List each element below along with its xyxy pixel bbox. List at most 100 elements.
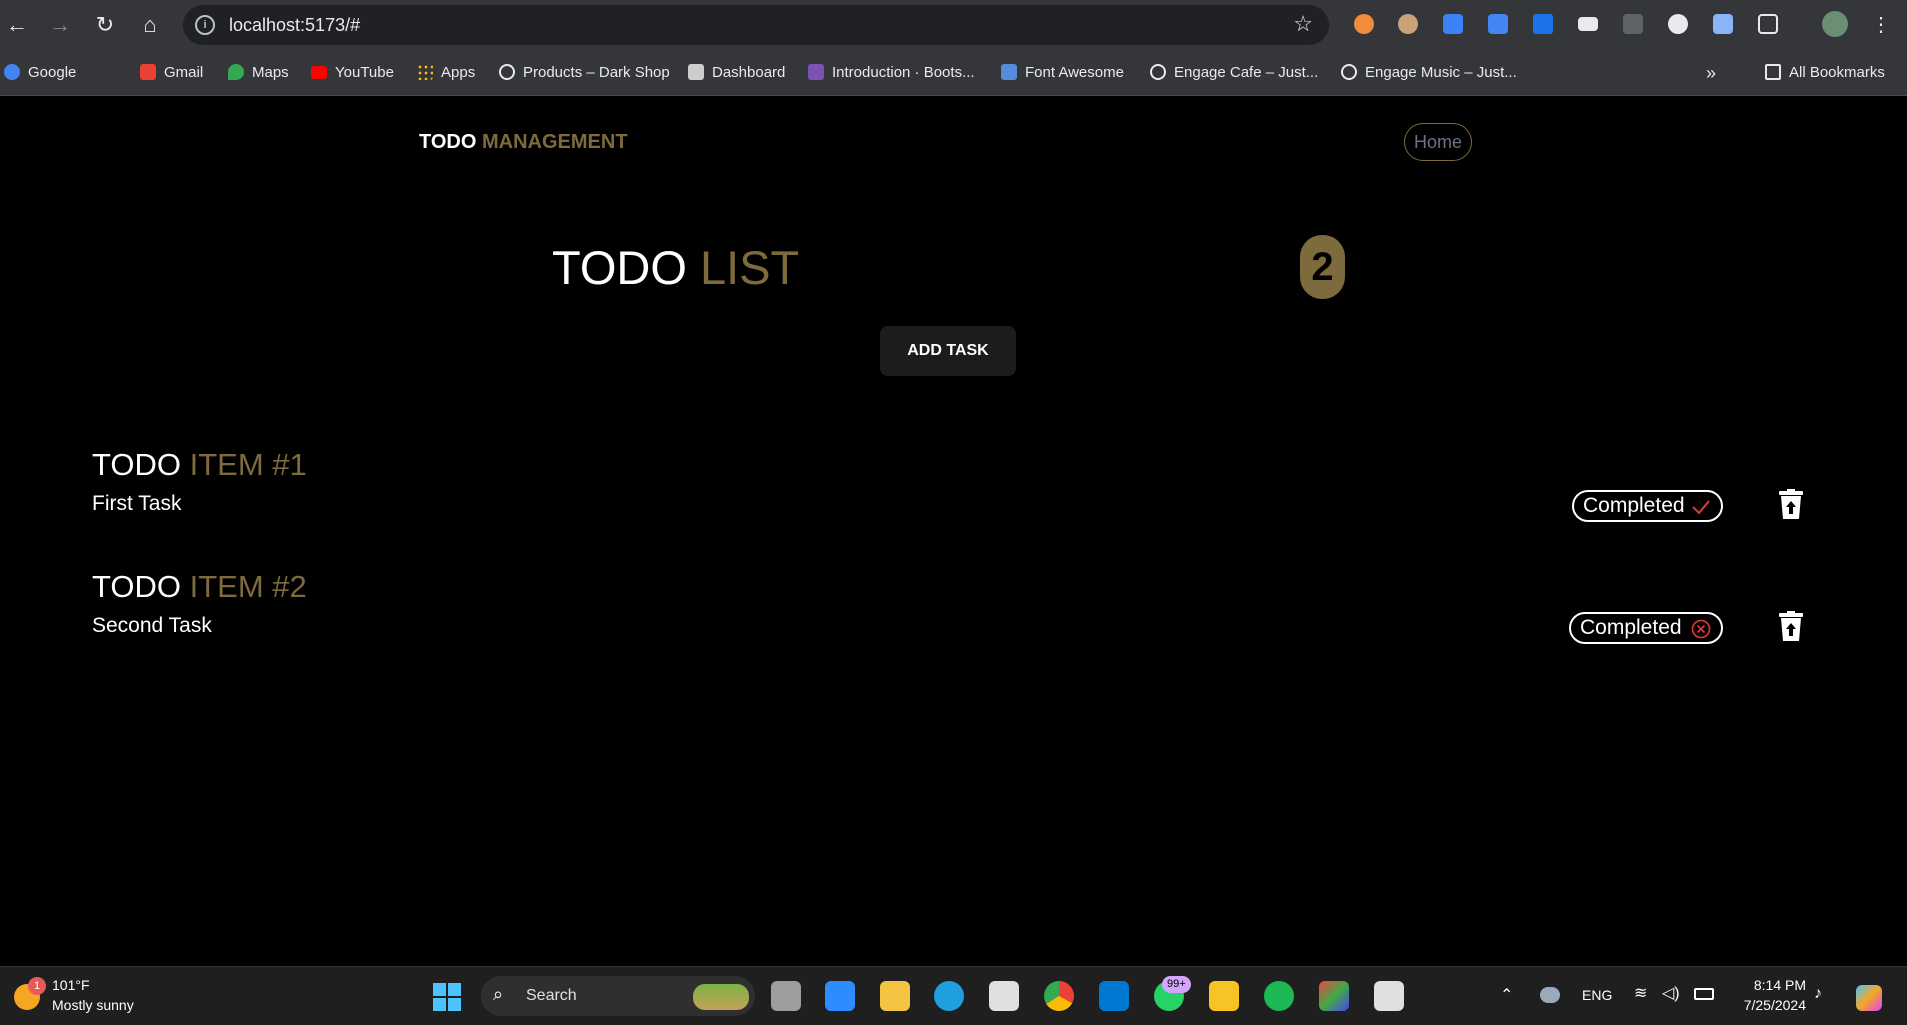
onedrive-icon[interactable] <box>1540 987 1560 1003</box>
all-bookmarks-button[interactable]: All Bookmarks <box>1765 62 1885 84</box>
title-accent: LIST <box>699 241 800 294</box>
battery-icon[interactable] <box>1694 988 1714 1000</box>
whatsapp-badge: 99+ <box>1162 976 1191 993</box>
bookmark-dashboard[interactable]: Dashboard <box>688 62 785 84</box>
item-title-primary: TODO <box>92 447 181 482</box>
edge-icon[interactable] <box>934 981 964 1011</box>
home-nav-button[interactable]: Home <box>1404 123 1472 161</box>
puzzle-extension-icon[interactable] <box>1533 14 1553 34</box>
status-label: Completed <box>1580 616 1682 639</box>
microsoft-store-icon[interactable] <box>989 981 1019 1011</box>
extension-icon[interactable] <box>1623 14 1643 34</box>
page-title: TODO LIST <box>552 240 799 295</box>
profile-avatar[interactable] <box>1822 11 1848 37</box>
site-e-icon <box>1150 64 1166 80</box>
bookmark-bootstrap[interactable]: Introduction · Boots... <box>808 62 975 84</box>
translate-icon[interactable] <box>1488 14 1508 34</box>
volume-icon[interactable]: ◁) <box>1662 983 1680 1003</box>
google-icon <box>4 64 20 80</box>
completed-toggle-button[interactable]: Completed <box>1569 612 1723 644</box>
youtube-icon <box>311 66 327 79</box>
extension-icon[interactable] <box>1713 14 1733 34</box>
delete-trash-icon[interactable] <box>1778 489 1804 519</box>
extensions-menu-icon[interactable] <box>1758 14 1778 34</box>
bookmark-apps[interactable]: Apps <box>417 62 475 84</box>
windows-taskbar: 1 101°F Mostly sunny ⌕ Search 99+ ⌃ ENG … <box>0 966 1907 1025</box>
language-indicator[interactable]: ENG <box>1582 987 1612 1003</box>
title-primary: TODO <box>552 241 687 294</box>
bookmarks-overflow-button[interactable]: » <box>1706 62 1716 84</box>
bootstrap-icon <box>808 64 824 80</box>
wifi-icon[interactable]: ≋ <box>1634 983 1647 1003</box>
extension-icon[interactable] <box>1354 14 1374 34</box>
file-explorer-icon[interactable] <box>880 981 910 1011</box>
extension-icon[interactable] <box>1578 17 1598 31</box>
windows-start-icon[interactable] <box>433 983 461 1011</box>
forward-icon[interactable]: → <box>45 10 75 40</box>
menu-icon[interactable]: ⋮ <box>1866 10 1896 40</box>
reload-icon[interactable]: ↻ <box>90 10 120 40</box>
chrome-icon[interactable] <box>1044 981 1074 1011</box>
add-task-button[interactable]: ADD TASK <box>880 326 1016 376</box>
bookmark-star-icon[interactable]: ☆ <box>1293 11 1313 37</box>
clock-time[interactable]: 8:14 PM <box>1748 977 1806 993</box>
url-text[interactable]: localhost:5173/# <box>229 15 360 36</box>
check-icon <box>1692 500 1710 515</box>
bookmarks-bar: Google Gmail Maps YouTube Apps Products … <box>0 50 1907 96</box>
extension-icon[interactable] <box>1443 14 1463 34</box>
vscode-icon[interactable] <box>1099 981 1129 1011</box>
delete-trash-icon[interactable] <box>1778 611 1804 641</box>
folder-icon <box>1765 64 1781 80</box>
notification-bell-icon[interactable]: ♪ <box>1814 985 1822 1003</box>
completed-toggle-button[interactable]: Completed <box>1572 490 1723 522</box>
todo-item-description: Second Task <box>92 614 212 637</box>
task-view-icon[interactable] <box>771 981 801 1011</box>
bookmark-youtube[interactable]: YouTube <box>311 62 394 84</box>
bookmark-engage-music[interactable]: Engage Music – Just... <box>1341 62 1517 84</box>
x-circle-icon <box>1691 619 1711 639</box>
flag-icon <box>1001 64 1017 80</box>
home-icon[interactable]: ⌂ <box>135 10 165 40</box>
taskbar-search[interactable]: ⌕ Search <box>481 976 755 1016</box>
zoom-icon[interactable] <box>825 981 855 1011</box>
brand-primary: TODO <box>419 131 477 153</box>
snipping-tool-icon[interactable] <box>1374 981 1404 1011</box>
todo-app: TODO MANAGEMENT Home TODO LIST 2 ADD TAS… <box>0 97 1907 966</box>
task-count-badge: 2 <box>1300 235 1345 299</box>
bookmark-engage-cafe[interactable]: Engage Cafe – Just... <box>1150 62 1318 84</box>
maps-icon <box>228 64 244 80</box>
site-e-icon <box>499 64 515 80</box>
extension-icon[interactable] <box>1668 14 1688 34</box>
bookmark-font-awesome[interactable]: Font Awesome <box>1001 62 1124 84</box>
bookmark-gmail[interactable]: Gmail <box>140 62 203 84</box>
bookmark-products-dark-shop[interactable]: Products – Dark Shop <box>499 62 670 84</box>
postman-icon[interactable] <box>1209 981 1239 1011</box>
weather-notification-badge: 1 <box>28 977 46 995</box>
search-icon: ⌕ <box>493 984 504 1004</box>
clock-date[interactable]: 7/25/2024 <box>1726 997 1806 1013</box>
gmail-icon <box>140 64 156 80</box>
todo-item-title: TODO ITEM #1 <box>92 447 307 483</box>
dashboard-icon <box>688 64 704 80</box>
weather-temperature[interactable]: 101°F <box>52 977 90 993</box>
bookmark-google[interactable]: Google <box>4 62 76 84</box>
copilot-icon[interactable] <box>1856 985 1882 1011</box>
todo-item-title: TODO ITEM #2 <box>92 569 307 605</box>
weather-description[interactable]: Mostly sunny <box>52 997 134 1013</box>
app-icon[interactable] <box>1319 981 1349 1011</box>
item-title-accent: ITEM #2 <box>189 569 307 604</box>
back-icon[interactable]: ← <box>2 10 32 40</box>
browser-toolbar: ← → ↻ ⌂ i localhost:5173/# ☆ ⋮ <box>0 0 1907 50</box>
address-bar[interactable]: i localhost:5173/# ☆ <box>183 5 1329 45</box>
status-label: Completed <box>1583 494 1685 517</box>
item-title-accent: ITEM #1 <box>189 447 307 482</box>
chevron-up-icon[interactable]: ⌃ <box>1500 985 1513 1005</box>
extension-icon[interactable] <box>1398 14 1418 34</box>
site-e-icon <box>1341 64 1357 80</box>
brand-logo[interactable]: TODO MANAGEMENT <box>419 131 628 154</box>
spotify-icon[interactable] <box>1264 981 1294 1011</box>
bookmark-maps[interactable]: Maps <box>228 62 289 84</box>
site-info-icon[interactable]: i <box>195 15 215 35</box>
apps-grid-icon <box>417 64 433 80</box>
search-highlight-icon <box>693 984 749 1010</box>
